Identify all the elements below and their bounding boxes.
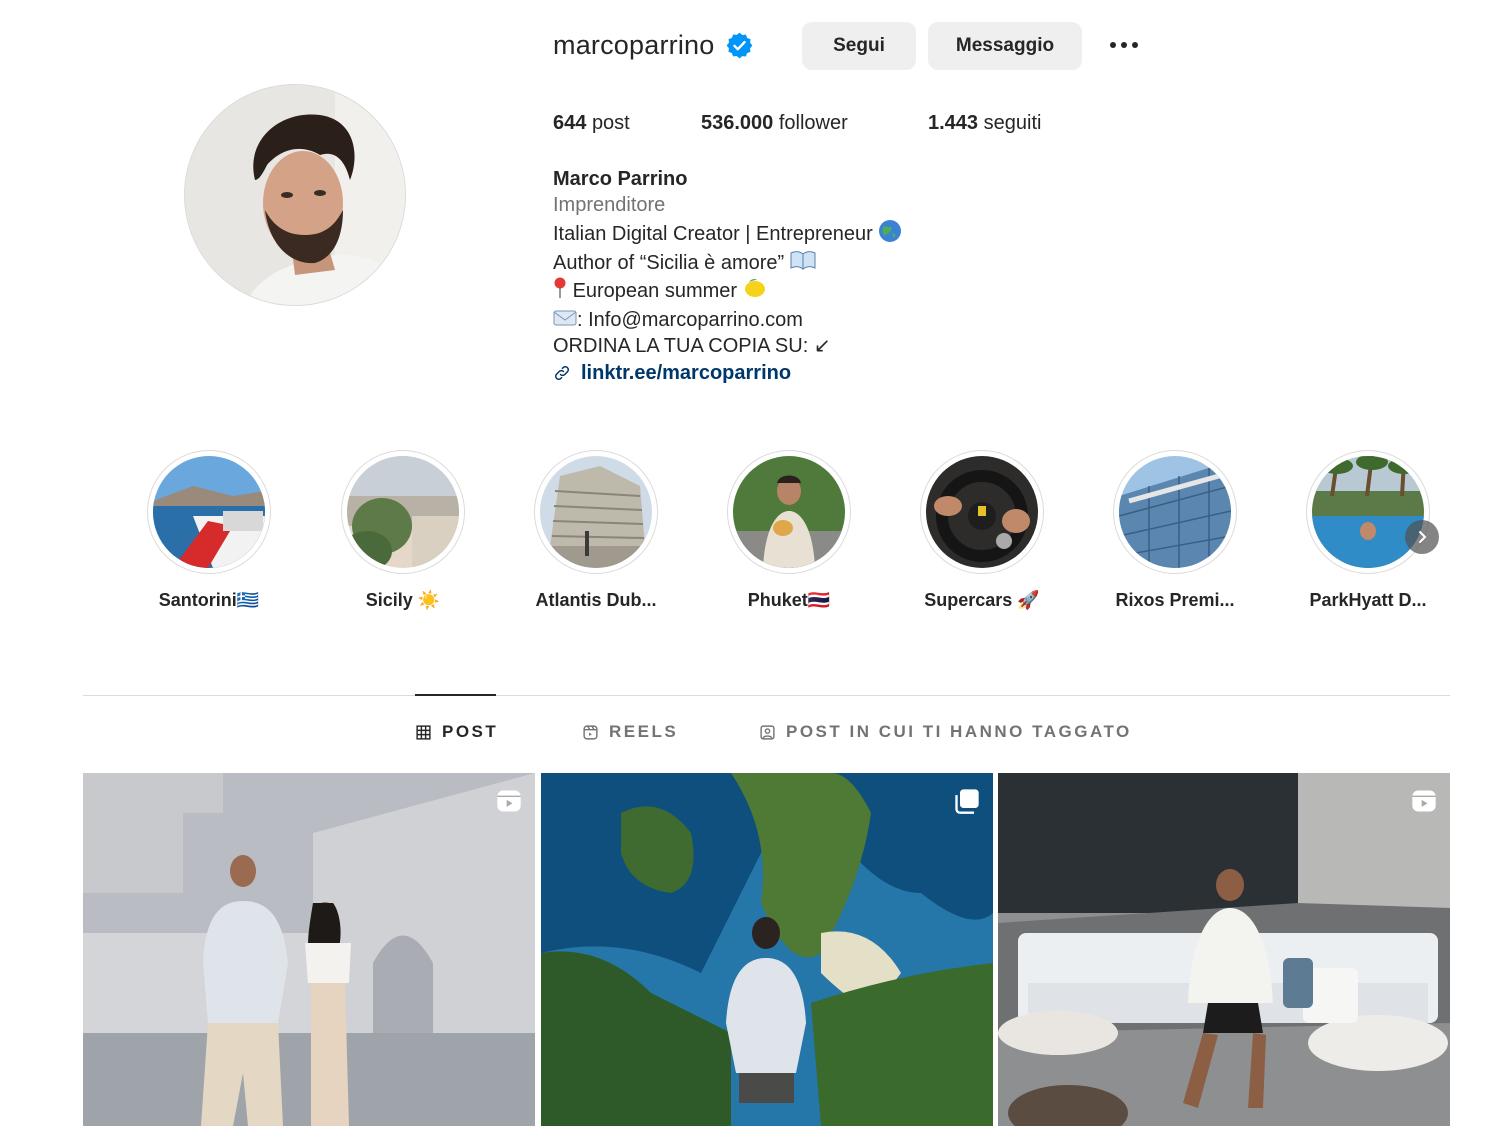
profile-avatar[interactable] (184, 84, 406, 306)
follow-button[interactable]: Segui (802, 22, 916, 70)
following-count-value: 1.443 (928, 112, 979, 134)
reel-badge-icon (497, 790, 521, 812)
full-name: Marco Parrino (553, 168, 688, 190)
open-book-emoji-icon (790, 250, 816, 277)
profile-page: marcoparrino Segui Messaggio 644 post 53… (0, 0, 1500, 1126)
bio-line-4: : Info@marcoparrino.com (553, 307, 902, 334)
highlight-label: Santorini🇬🇷 (158, 590, 260, 610)
followers-count-value: 536.000 (701, 112, 774, 134)
envelope-emoji-icon (553, 307, 577, 333)
following-count[interactable]: 1.443 seguiti (928, 112, 1041, 135)
verified-badge-icon (726, 32, 753, 59)
message-button[interactable]: Messaggio (928, 22, 1082, 70)
highlight-parkhyatt[interactable]: ParkHyatt D... (1306, 450, 1430, 610)
highlight-label: Supercars 🚀 (924, 590, 1040, 610)
followers-count-label: follower (778, 112, 848, 134)
posts-count-value: 644 (553, 112, 587, 134)
tab-tagged-label: POST IN CUI TI HANNO TAGGATO (786, 722, 1132, 741)
post-thumbnail-1[interactable] (83, 773, 535, 1126)
active-tab-indicator (415, 694, 496, 696)
profile-bio: Marco Parrino Imprenditore Italian Digit… (553, 166, 902, 386)
grid-icon (416, 724, 431, 740)
more-options-icon[interactable] (1104, 30, 1144, 60)
highlight-rixos[interactable]: Rixos Premi... (1113, 450, 1237, 610)
posts-count[interactable]: 644 post (553, 112, 630, 135)
bio-line-5: ORDINA LA TUA COPIA SU: ↙ (553, 335, 831, 358)
post-thumbnail-3[interactable] (998, 773, 1450, 1126)
link-icon (554, 365, 570, 380)
highlights-next-icon[interactable] (1405, 520, 1439, 554)
tagged-icon (760, 724, 775, 740)
highlight-atlantis[interactable]: Atlantis Dub... (534, 450, 658, 610)
globe-emoji-icon (878, 219, 902, 250)
bio-line-2: Author of “Sicilia è amore” (553, 250, 902, 277)
highlight-santorini[interactable]: Santorini🇬🇷 (147, 450, 271, 610)
highlight-label: Rixos Premi... (1115, 590, 1235, 610)
bio-line-4-text: : Info@marcoparrino.com (577, 308, 803, 331)
highlight-label: Sicily ☀️ (365, 590, 441, 610)
bio-line-1-text: Italian Digital Creator | Entrepreneur (553, 222, 873, 245)
posts-count-label: post (591, 112, 630, 134)
tab-reels[interactable]: REELS (582, 722, 678, 742)
followers-count[interactable]: 536.000 follower (701, 112, 848, 135)
highlight-label: Atlantis Dub... (535, 590, 657, 610)
tab-tagged[interactable]: POST IN CUI TI HANNO TAGGATO (759, 722, 1132, 742)
reel-badge-icon (1412, 790, 1436, 812)
tab-reels-label: REELS (609, 722, 679, 741)
tab-post-label: POST (442, 722, 499, 741)
highlight-label: Phuket🇹🇭 (747, 590, 831, 610)
profile-category: Imprenditore (553, 194, 666, 217)
bio-line-3-text: European summer (572, 280, 738, 303)
bio-line-2-text: Author of “Sicilia è amore” (553, 251, 785, 274)
pin-emoji-icon (553, 277, 567, 306)
bio-line-1: Italian Digital Creator | Entrepreneur (553, 219, 902, 250)
profile-header-row: marcoparrino (553, 20, 753, 70)
bio-link-text[interactable]: linktr.ee/marcoparrino (581, 360, 791, 386)
post-thumbnail-2[interactable] (541, 773, 993, 1126)
following-count-label: seguiti (983, 112, 1042, 134)
lemon-emoji-icon (743, 277, 767, 306)
highlight-label: ParkHyatt D... (1309, 590, 1427, 610)
reels-icon (583, 724, 598, 740)
bio-line-3: European summer (553, 277, 902, 306)
bio-link[interactable]: linktr.ee/marcoparrino (553, 360, 902, 386)
tabs-divider (83, 695, 1450, 696)
highlight-sicily[interactable]: Sicily ☀️ (341, 450, 465, 610)
highlight-supercars[interactable]: Supercars 🚀 (920, 450, 1044, 610)
carousel-badge-icon (955, 789, 979, 814)
username: marcoparrino (553, 29, 715, 60)
tab-post[interactable]: POST (415, 722, 498, 742)
highlight-phuket[interactable]: Phuket🇹🇭 (727, 450, 851, 610)
